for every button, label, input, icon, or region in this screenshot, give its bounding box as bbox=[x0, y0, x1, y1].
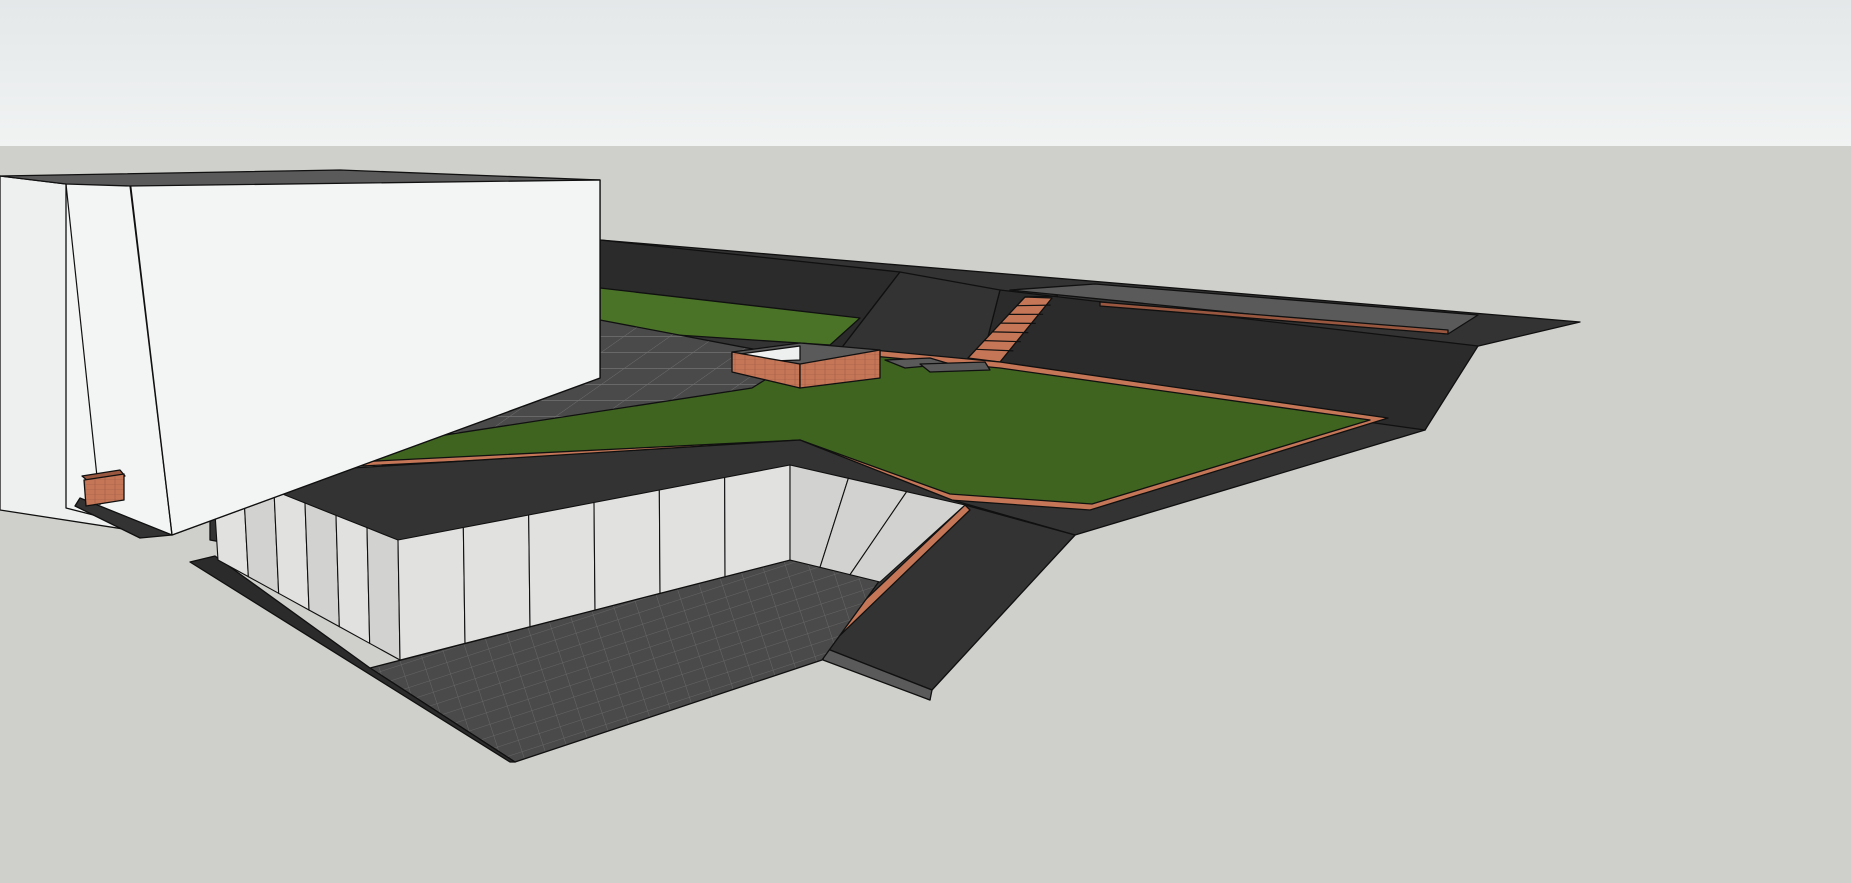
landscape-scene[interactable] bbox=[0, 0, 1851, 883]
wall-panel bbox=[304, 502, 340, 628]
wall-panel bbox=[335, 514, 371, 645]
wall-panel bbox=[366, 526, 401, 661]
brick-bollard bbox=[81, 469, 126, 507]
wall-panel bbox=[462, 514, 531, 645]
wall-panel bbox=[397, 526, 466, 661]
sky bbox=[0, 0, 1851, 146]
3d-model-viewport[interactable] bbox=[0, 0, 1851, 883]
wall-panel bbox=[528, 501, 596, 628]
wall-panel bbox=[593, 489, 661, 611]
wall-panel bbox=[724, 464, 791, 578]
wall-panel bbox=[658, 476, 726, 595]
wall-panel bbox=[273, 489, 310, 611]
